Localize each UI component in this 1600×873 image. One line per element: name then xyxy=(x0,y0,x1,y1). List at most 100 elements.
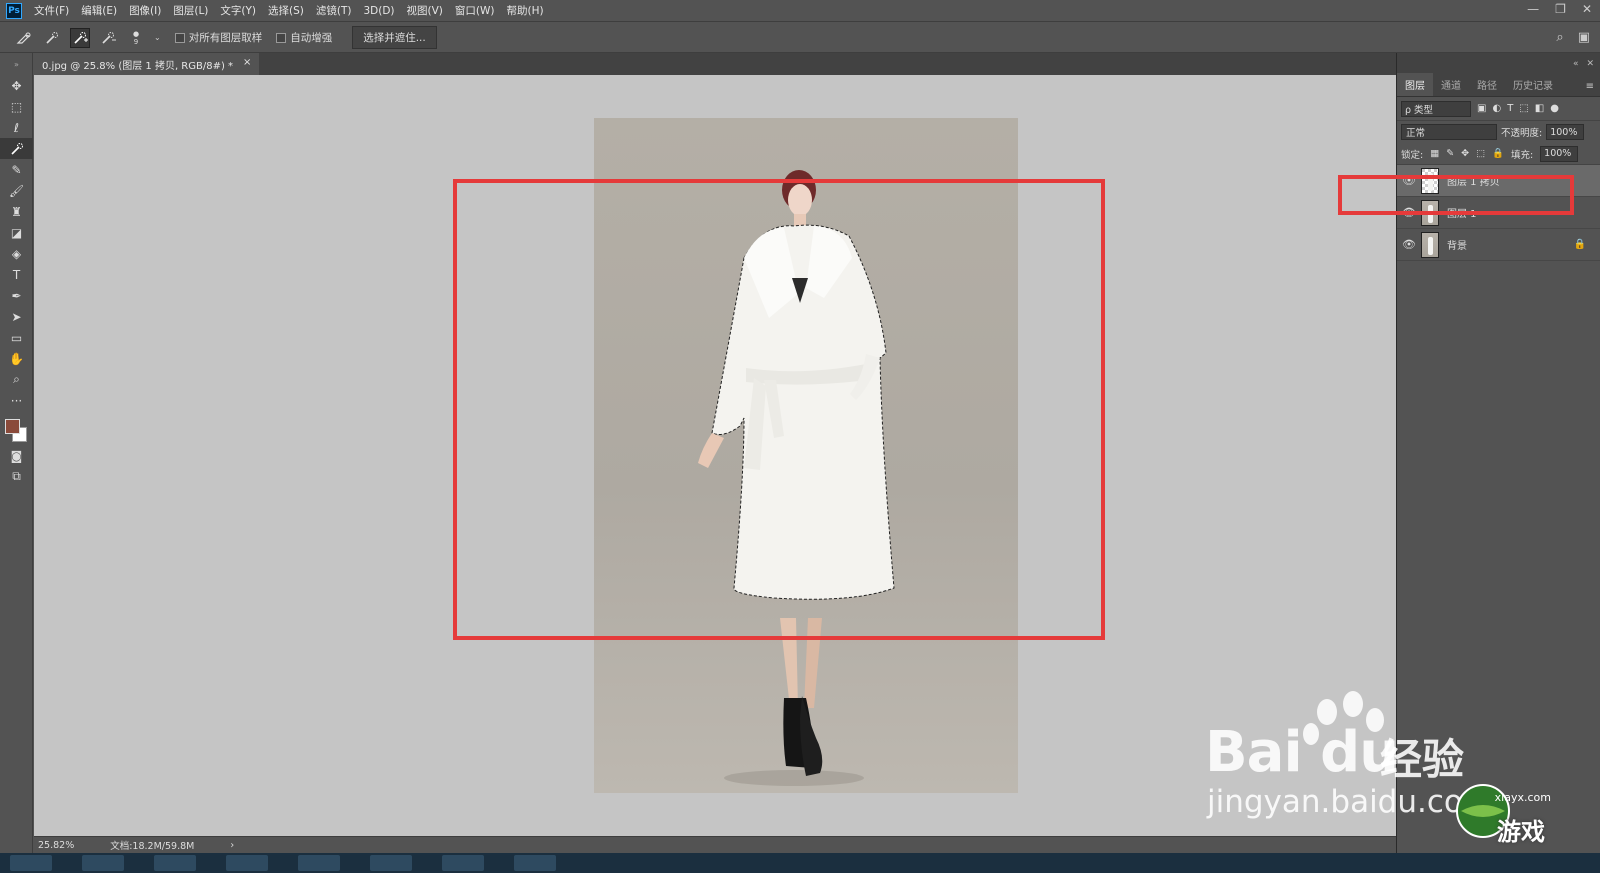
menu-help[interactable]: 帮助(H) xyxy=(507,3,544,18)
auto-enhance-checkbox[interactable] xyxy=(276,32,287,43)
document-tab[interactable]: 0.jpg @ 25.8% (图层 1 拷贝, RGB/8#) * × xyxy=(34,53,260,75)
marquee-tool-icon[interactable]: ⬚ xyxy=(0,96,33,117)
move-tool-icon[interactable]: ✥ xyxy=(0,75,33,96)
tab-history[interactable]: 历史记录 xyxy=(1505,73,1561,96)
lock-transparent-icon[interactable]: ▦ xyxy=(1430,148,1439,159)
panel-collapse-bar: « ✕ xyxy=(1397,53,1600,75)
tab-paths[interactable]: 路径 xyxy=(1469,73,1505,96)
blend-mode-select[interactable]: 正常 xyxy=(1401,124,1497,140)
opacity-field[interactable]: 100% xyxy=(1546,124,1585,140)
search-icon[interactable]: ⌕ xyxy=(1556,30,1563,45)
panel-menu-icon[interactable]: ≡ xyxy=(1586,81,1594,96)
filter-toggle-icon[interactable]: ● xyxy=(1550,103,1559,114)
taskbar-item[interactable] xyxy=(154,855,196,871)
screen-mode-icon[interactable]: ⧉ xyxy=(0,466,33,487)
sample-all-layers-checkbox[interactable] xyxy=(174,32,185,43)
lock-artboard-icon[interactable]: ⬚ xyxy=(1476,148,1485,159)
brush-tool-icon[interactable]: 🖌 xyxy=(0,180,33,201)
eraser-tool-icon[interactable]: ◪ xyxy=(0,222,33,243)
subtract-selection-brush-icon[interactable] xyxy=(98,28,118,48)
taskbar-item[interactable] xyxy=(10,855,52,871)
path-selection-tool-icon[interactable]: ➤ xyxy=(0,306,33,327)
new-selection-brush-icon[interactable] xyxy=(42,28,62,48)
options-bar: ● 9 ⌄ 对所有图层取样 自动增强 选择并遮住... ⌕ ▣ xyxy=(0,23,1600,53)
close-window-icon[interactable]: ✕ xyxy=(1582,2,1592,16)
document-size: 文档:18.2M/59.8M xyxy=(110,841,195,852)
menu-select[interactable]: 选择(S) xyxy=(268,3,304,18)
quick-selection-tool-icon[interactable] xyxy=(0,138,33,159)
menu-window[interactable]: 窗口(W) xyxy=(455,3,495,18)
select-and-mask-button[interactable]: 选择并遮住... xyxy=(352,26,437,49)
lock-all-icon[interactable]: 🔒 xyxy=(1492,148,1504,159)
quick-mask-icon[interactable]: ◙ xyxy=(0,445,33,466)
brush-tip-icon: ● xyxy=(132,29,140,38)
paint-bucket-tool-icon[interactable]: ◈ xyxy=(0,243,33,264)
menu-3d[interactable]: 3D(D) xyxy=(363,5,394,17)
fill-field[interactable]: 100% xyxy=(1540,145,1579,162)
photoshop-logo-icon: Ps xyxy=(6,2,22,19)
tab-channels[interactable]: 通道 xyxy=(1433,73,1469,96)
lock-label: 锁定: xyxy=(1401,149,1424,161)
tools-panel: » ✥ ⬚ ℓ ✎ 🖌 ♜ ◪ ◈ T ✒ ➤ ▭ ✋ ⌕ ··· ◙ ⧉ xyxy=(0,53,33,853)
layer-name: 背景 xyxy=(1447,241,1467,252)
toolbar-collapse-icon[interactable]: » xyxy=(0,53,33,75)
filter-adjustment-icon[interactable]: ◐ xyxy=(1492,103,1501,114)
layers-panel-tabs: 图层 通道 路径 历史记录 ≡ xyxy=(1397,73,1600,97)
taskbar-item[interactable] xyxy=(82,855,124,871)
auto-enhance-option[interactable]: 自动增强 xyxy=(276,30,332,45)
menu-filter[interactable]: 滤镜(T) xyxy=(316,3,352,18)
filter-kind-select[interactable]: ρ 类型 xyxy=(1401,100,1471,117)
taskbar-item[interactable] xyxy=(370,855,412,871)
fill-label: 填充: xyxy=(1510,149,1534,161)
lock-row: 锁定: ▦ ✎ ✥ ⬚ 🔒 填充: 100% xyxy=(1397,143,1600,165)
layer-row[interactable]: 👁 背景 🔒 xyxy=(1397,229,1600,261)
filter-pixel-icon[interactable]: ▣ xyxy=(1477,103,1486,114)
taskbar-item[interactable] xyxy=(514,855,556,871)
collapse-panels-icon[interactable]: « xyxy=(1573,59,1579,69)
menu-edit[interactable]: 编辑(E) xyxy=(81,3,117,18)
site-watermark: xiayx.com 游戏 xyxy=(1405,775,1565,855)
brush-size-picker[interactable]: ● 9 xyxy=(126,28,146,48)
document-tab-title: 0.jpg @ 25.8% (图层 1 拷贝, RGB/8#) * xyxy=(42,61,234,72)
restore-icon[interactable]: ❐ xyxy=(1555,2,1566,16)
status-arrow-icon[interactable]: › xyxy=(230,840,234,851)
hand-tool-icon[interactable]: ✋ xyxy=(0,348,33,369)
taskbar-item[interactable] xyxy=(226,855,268,871)
lasso-tool-icon[interactable]: ℓ xyxy=(0,117,33,138)
menu-type[interactable]: 文字(Y) xyxy=(220,3,256,18)
filter-shape-icon[interactable]: ⬚ xyxy=(1519,103,1528,114)
tab-layers[interactable]: 图层 xyxy=(1397,73,1433,96)
type-tool-icon[interactable]: T xyxy=(0,264,33,285)
taskbar-item[interactable] xyxy=(298,855,340,871)
more-tools-icon[interactable]: ··· xyxy=(0,390,33,411)
pen-tool-icon[interactable]: ✒ xyxy=(0,285,33,306)
workspace-icon[interactable]: ▣ xyxy=(1578,30,1590,45)
menu-layer[interactable]: 图层(L) xyxy=(173,3,208,18)
layer-lock-icon: 🔒 xyxy=(1573,239,1586,250)
menu-view[interactable]: 视图(V) xyxy=(407,3,443,18)
chevron-down-icon[interactable]: ⌄ xyxy=(154,33,161,42)
stamp-tool-icon[interactable]: ♜ xyxy=(0,201,33,222)
close-tab-icon[interactable]: × xyxy=(243,57,251,71)
lock-pixels-icon[interactable]: ✎ xyxy=(1446,148,1454,159)
foreground-color-swatch[interactable] xyxy=(5,419,20,434)
eyedropper-tool-icon[interactable]: ✎ xyxy=(0,159,33,180)
opacity-label: 不透明度: xyxy=(1501,128,1543,139)
canvas-area[interactable] xyxy=(34,75,1396,836)
visibility-eye-icon[interactable]: 👁 xyxy=(1397,238,1421,251)
filter-smart-object-icon[interactable]: ◧ xyxy=(1535,103,1544,114)
zoom-level[interactable]: 25.82% xyxy=(38,840,74,851)
tool-preset-icon[interactable] xyxy=(14,28,34,48)
lock-position-icon[interactable]: ✥ xyxy=(1461,148,1469,159)
menu-image[interactable]: 图像(I) xyxy=(129,3,161,18)
site-watermark-text: 游戏 xyxy=(1497,818,1545,846)
zoom-tool-icon[interactable]: ⌕ xyxy=(0,369,33,390)
filter-type-icon[interactable]: T xyxy=(1507,103,1513,114)
sample-all-layers-option[interactable]: 对所有图层取样 xyxy=(174,30,262,45)
shape-tool-icon[interactable]: ▭ xyxy=(0,327,33,348)
taskbar-item[interactable] xyxy=(442,855,484,871)
close-panel-icon[interactable]: ✕ xyxy=(1586,59,1594,69)
add-to-selection-brush-icon[interactable] xyxy=(70,27,90,48)
minimize-icon[interactable]: — xyxy=(1527,2,1539,16)
menu-file[interactable]: 文件(F) xyxy=(34,3,69,18)
